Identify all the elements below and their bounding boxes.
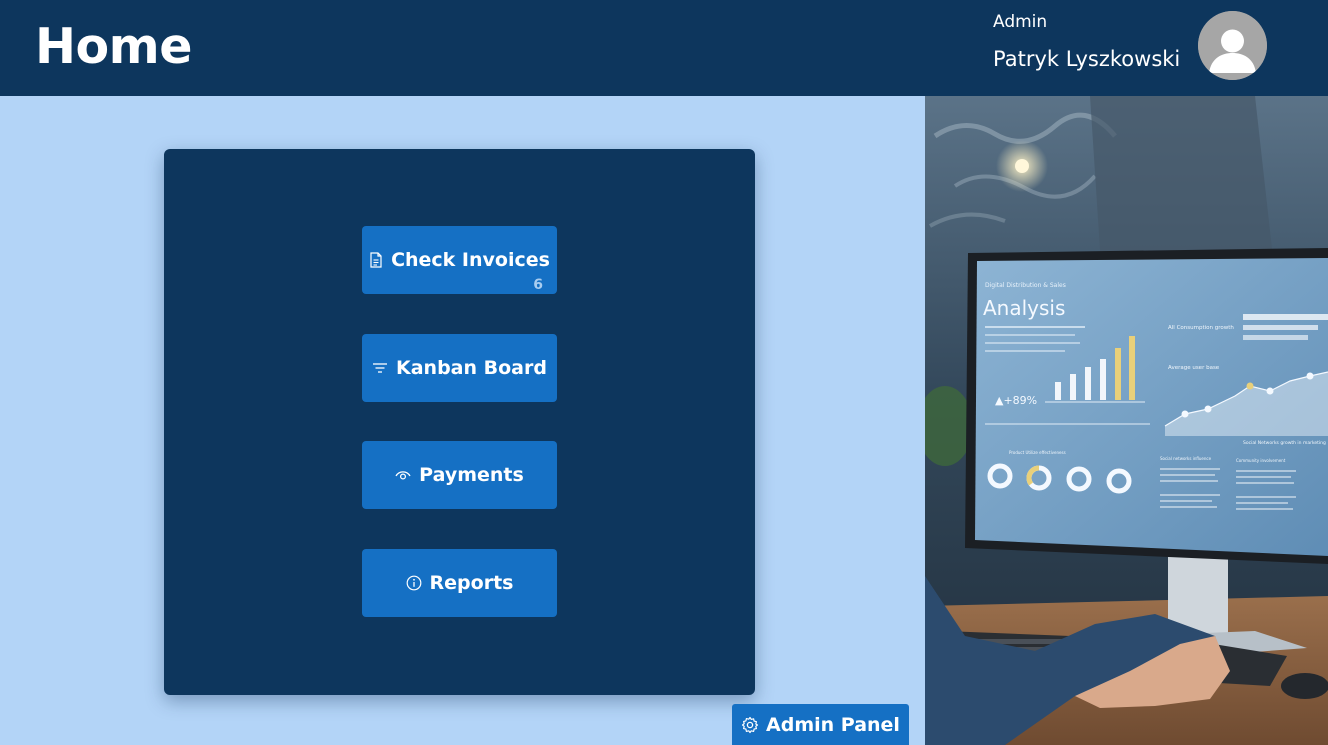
office-analytics-photo: Digital Distribution & Sales Analysis ▲+…: [925, 96, 1328, 745]
admin-panel-label: Admin Panel: [766, 713, 900, 736]
user-avatar-icon: [1198, 11, 1267, 80]
user-name: Patryk Lyszkowski: [993, 47, 1181, 71]
screen-influence: Social networks influence: [1160, 456, 1212, 461]
eye-icon: [395, 469, 411, 481]
header-bar: Home Admin Patryk Lyszkowski: [0, 0, 1328, 96]
info-icon: [406, 575, 422, 591]
menu-card: Check Invoices 6 Kanban Board Payments R…: [164, 149, 755, 695]
screen-title: Analysis: [983, 296, 1065, 320]
document-icon: [369, 252, 383, 268]
admin-panel-button[interactable]: Admin Panel: [732, 704, 909, 745]
screen-consumption: All Consumption growth: [1168, 325, 1234, 331]
page-title: Home: [35, 18, 192, 75]
kanban-board-label: Kanban Board: [396, 357, 547, 379]
screen-effectiveness: Product Utilize effectiveness: [1009, 450, 1066, 455]
screen-subtitle: Digital Distribution & Sales: [985, 282, 1066, 289]
screen-growth: ▲+89%: [995, 394, 1037, 407]
filter-icon: [372, 361, 388, 375]
payments-button[interactable]: Payments: [362, 441, 557, 509]
invoices-count-badge: 6: [533, 277, 543, 293]
check-invoices-button[interactable]: Check Invoices 6: [362, 226, 557, 294]
reports-button[interactable]: Reports: [362, 549, 557, 617]
avatar[interactable]: [1198, 11, 1267, 80]
screen-involvement: Community involvement: [1236, 458, 1286, 463]
gear-icon: [741, 716, 759, 734]
check-invoices-label: Check Invoices: [391, 249, 550, 271]
screen-social: Social Networks growth in marketing: [1243, 440, 1326, 446]
user-role: Admin: [993, 12, 1048, 32]
reports-label: Reports: [429, 572, 514, 594]
payments-label: Payments: [419, 464, 524, 486]
kanban-board-button[interactable]: Kanban Board: [362, 334, 557, 402]
app-root: Home Admin Patryk Lyszkowski Check Invoi…: [0, 0, 1328, 745]
hero-image: Digital Distribution & Sales Analysis ▲+…: [925, 96, 1328, 745]
screen-users: Average user base: [1168, 365, 1220, 371]
